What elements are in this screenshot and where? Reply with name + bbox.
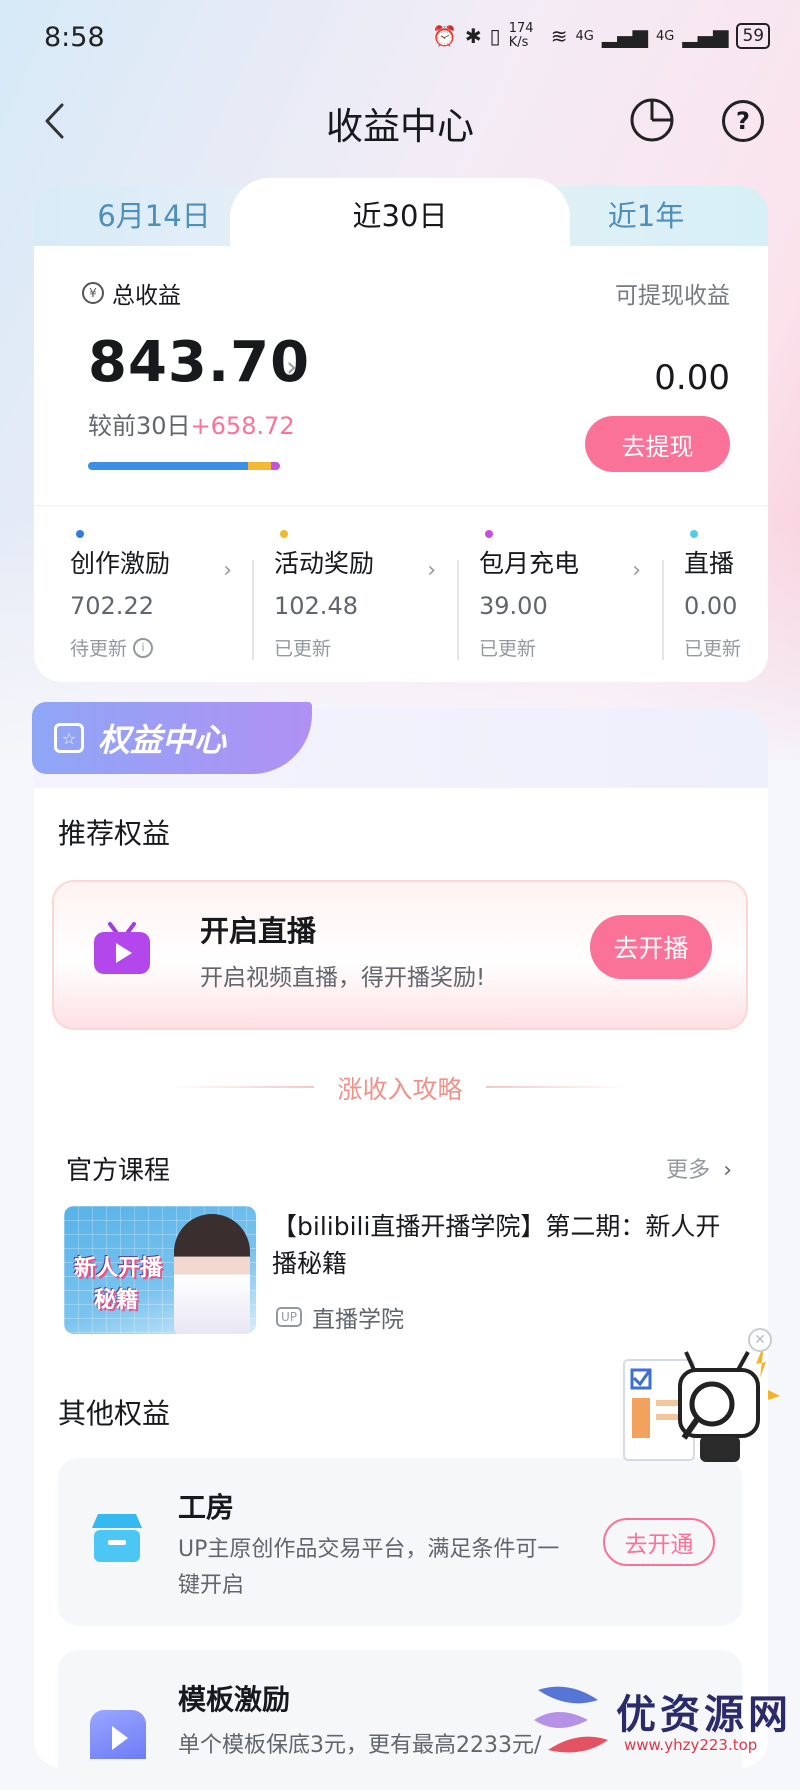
- alarm-icon: ⏰: [432, 24, 457, 48]
- progress-segment: [247, 462, 271, 470]
- info-icon[interactable]: i: [133, 637, 154, 658]
- play-icon: [90, 1710, 146, 1759]
- page-title: 收益中心: [326, 105, 474, 148]
- progress-segment: [270, 462, 280, 470]
- signal-2: 4G: [655, 28, 675, 44]
- total-earnings-amount[interactable]: 843.70: [88, 330, 310, 395]
- workshop-title: 工房: [178, 1491, 235, 1524]
- play-triangle-icon: [112, 1726, 128, 1750]
- chevron-right-icon: ›: [223, 558, 232, 583]
- divider: [34, 505, 768, 506]
- official-courses-title: 官方课程: [66, 1156, 171, 1186]
- signal-bars-2-icon: ▂▄▆: [682, 24, 729, 48]
- recommended-title: 推荐权益: [58, 817, 171, 850]
- divider: [457, 560, 459, 660]
- tab-1-year[interactable]: 近1年: [546, 178, 746, 250]
- category-dot: [76, 530, 84, 538]
- shop-icon: [92, 1514, 142, 1562]
- chevron-right-icon: ›: [723, 1158, 732, 1183]
- pie-chart-icon: [630, 98, 674, 142]
- chevron-right-icon[interactable]: ›: [286, 350, 297, 383]
- other-benefits-title: 其他权益: [58, 1397, 171, 1430]
- chevron-right-icon: ›: [632, 558, 641, 583]
- course-title[interactable]: 【bilibili直播开播学院】第二期：新人开播秘籍: [272, 1208, 732, 1282]
- withdrawable-amount: 0.00: [654, 358, 730, 398]
- signal-1: 4G: [575, 28, 594, 44]
- network-speed: 174 K/s: [508, 21, 534, 50]
- start-live-button[interactable]: 去开播: [590, 915, 712, 979]
- yen-icon: ¥: [82, 282, 104, 304]
- category-monthly-charge[interactable]: 包月充电 › 39.00 已更新: [479, 530, 669, 661]
- earnings-progress-bar: [88, 462, 280, 470]
- close-icon[interactable]: ✕: [748, 1328, 772, 1352]
- template-desc: 单个模板保底3元，更有最高2233元/: [178, 1733, 542, 1758]
- category-activity-reward[interactable]: 活动奖励 › 102.48 已更新: [274, 530, 464, 661]
- thumb-person: [174, 1214, 250, 1334]
- category-dot: [690, 530, 698, 538]
- withdraw-button[interactable]: 去提现: [585, 416, 730, 472]
- question-icon: ?: [736, 107, 750, 135]
- total-earnings-label: ¥ 总收益: [82, 276, 181, 310]
- progress-segment: [88, 462, 248, 470]
- category-creation-incentive[interactable]: 创作激励 › 702.22 待更新 i: [70, 530, 260, 661]
- template-title: 模板激励: [178, 1683, 291, 1716]
- workshop-desc: UP主原创作品交易平台，满足条件可一键开启: [178, 1537, 560, 1598]
- compare-delta: +658.72: [190, 412, 295, 440]
- income-tips-title: 涨收入攻略: [337, 1075, 463, 1104]
- stats-button[interactable]: [628, 96, 676, 144]
- signal-bars-1-icon: ▂▄▆: [601, 24, 648, 48]
- live-desc: 开启视频直播，得开播奖励!: [200, 965, 486, 991]
- divider: [662, 560, 664, 660]
- benefits-center-header: ☆ 权益中心: [32, 702, 312, 774]
- status-icons: ⏰ ✱ ▯ 174 K/s ≋ 4G ▂▄▆ 4G ▂▄▆ 59: [432, 21, 771, 50]
- compare-text: 较前30日+658.72: [88, 412, 295, 440]
- course-thumbnail[interactable]: 新人开播 秘籍: [64, 1206, 256, 1334]
- up-badge: UP: [276, 1307, 303, 1327]
- withdrawable-label: 可提现收益: [615, 283, 730, 309]
- chevron-right-icon: ›: [427, 558, 436, 583]
- wifi-icon: ≋: [550, 24, 568, 48]
- battery-indicator: 59: [736, 23, 771, 49]
- vibrate-icon: ▯: [489, 24, 501, 48]
- activate-workshop-button[interactable]: 去开通: [603, 1518, 715, 1566]
- category-live[interactable]: 直播 0.00 已更新: [684, 530, 768, 661]
- tab-30-days[interactable]: 近30日: [230, 178, 570, 250]
- course-author: UP 直播学院: [276, 1300, 404, 1334]
- courses-more-link[interactable]: 更多 ›: [666, 1152, 732, 1184]
- status-time: 8:58: [44, 22, 105, 53]
- tv-icon: [94, 922, 150, 974]
- watermark: 优资源网 www.yhzy223.top: [528, 1680, 800, 1759]
- badge-icon: ☆: [54, 723, 84, 753]
- live-title: 开启直播: [200, 914, 317, 948]
- bluetooth-icon: ✱: [464, 24, 482, 48]
- divider: [252, 560, 254, 660]
- category-dot: [485, 530, 493, 538]
- category-dot: [280, 530, 288, 538]
- watermark-logo-icon: [534, 1686, 608, 1753]
- help-button[interactable]: ?: [722, 100, 764, 142]
